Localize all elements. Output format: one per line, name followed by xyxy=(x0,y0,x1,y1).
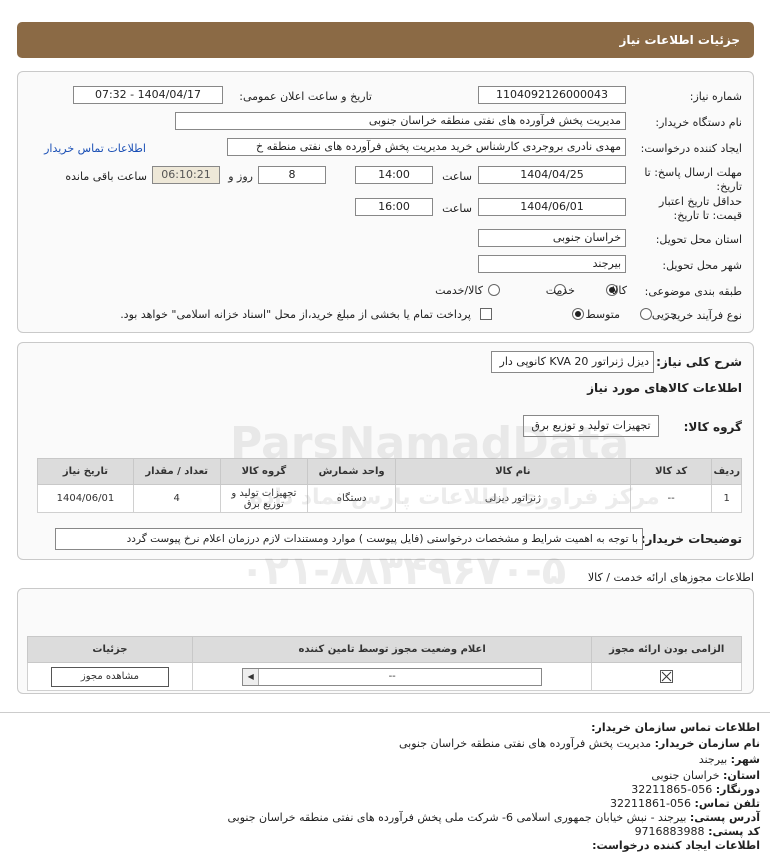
category-label: طبقه بندی موضوعی: xyxy=(644,285,742,298)
cell-name: ژنراتور دیزلی xyxy=(394,484,631,513)
need-number-field: 1104092126000043 xyxy=(478,86,626,104)
permit-status-select[interactable]: -- ◀ xyxy=(242,667,543,686)
validity-label-1: حداقل تاریخ اعتبار xyxy=(658,195,742,208)
deadline-label-1: مهلت ارسال پاسخ: تا xyxy=(644,166,742,179)
page-header: جزئیات اطلاعات نیاز xyxy=(17,22,754,58)
creator-field: مهدی نادری بروجردی کارشناس خرید مدیریت پ… xyxy=(227,138,626,156)
buyer-contact-link[interactable]: اطلاعات تماس خریدار xyxy=(44,142,146,155)
validity-label-2: قیمت: تا تاریخ: xyxy=(673,209,742,222)
permits-section-title: اطلاعات مجوزهای ارائه خدمت / کالا xyxy=(587,571,754,584)
goods-group-field: تجهیزات تولید و توزیع برق xyxy=(523,415,659,437)
category-option-goods-service: کالا/خدمت xyxy=(435,284,483,297)
contact-phone: تلفن تماس: 056-32211861 xyxy=(610,797,760,810)
contact-province: استان: خراسان جنوبی xyxy=(651,769,760,782)
process-radio-minor[interactable] xyxy=(640,308,652,320)
creator-label: ایجاد کننده درخواست: xyxy=(640,142,742,155)
summary-title-field: دیزل ژنراتور 20 KVA کانوپی دار xyxy=(491,351,654,373)
buyer-notes-field: با توجه به اهمیت شرایط و مشخصات درخواستی… xyxy=(55,528,643,550)
goods-table: ردیف کد کالا نام کالا واحد شمارش گروه کا… xyxy=(37,458,742,513)
permit-status-value: -- xyxy=(388,670,396,682)
deadline-date-field: 1404/04/25 xyxy=(478,166,626,184)
col-permit-required: الزامی بودن ارائه مجوز xyxy=(591,636,742,663)
col-qty: تعداد / مقدار xyxy=(132,458,221,485)
disabled-checkbox-icon xyxy=(660,670,674,683)
province-field: خراسان جنوبی xyxy=(478,229,626,247)
contact-city: شهر: بیرجند xyxy=(698,753,760,766)
remaining-label: ساعت باقی مانده xyxy=(65,170,147,183)
contact-title: اطلاعات تماس سازمان خریدار: xyxy=(591,721,760,734)
days-label: روز و xyxy=(228,170,253,183)
cell-group: تجهیزات تولید و توزیع برق xyxy=(219,484,309,513)
buyer-notes-label: توضیحات خریدار: xyxy=(640,532,742,546)
contact-address: آدرس پستی: بیرجند - نبش خیابان جمهوری اس… xyxy=(227,811,761,824)
page-title: جزئیات اطلاعات نیاز xyxy=(619,33,740,47)
col-date: تاریخ نیاز xyxy=(37,458,134,485)
contact-postal: کد پستی: 9716883988 xyxy=(634,825,760,838)
contact-info-section: اطلاعات تماس سازمان خریدار: نام سازمان خ… xyxy=(0,712,770,852)
category-option-goods: کالا xyxy=(612,284,627,297)
validity-time-field: 16:00 xyxy=(355,198,433,216)
deadline-time-field: 14:00 xyxy=(355,166,433,184)
remaining-time-field: 06:10:21 xyxy=(152,166,220,184)
process-option-minor: جزیی xyxy=(651,308,677,321)
city-label: شهر محل تحویل: xyxy=(662,259,742,272)
summary-title-label: شرح کلی نیاز: xyxy=(656,355,742,369)
treasury-payment-text: پرداخت تمام یا بخشی از مبلغ خرید،از محل … xyxy=(120,308,471,321)
col-row: ردیف xyxy=(711,458,742,485)
table-row: 1 -- ژنراتور دیزلی دستگاه تجهیزات تولید … xyxy=(37,484,742,513)
cell-permit-required xyxy=(591,662,742,691)
deadline-label-2: تاریخ: xyxy=(716,180,742,193)
category-radio-goods-service[interactable] xyxy=(488,284,500,296)
announce-field: 1404/04/17 - 07:32 xyxy=(73,86,223,104)
permits-table-header: الزامی بودن ارائه مجوز اعلام وضعیت مجوز … xyxy=(27,636,742,663)
cell-permit-status: -- ◀ xyxy=(191,662,593,691)
cell-code: -- xyxy=(629,484,713,513)
treasury-payment-checkbox[interactable] xyxy=(480,308,492,320)
permits-table: الزامی بودن ارائه مجوز اعلام وضعیت مجوز … xyxy=(27,636,742,691)
province-label: استان محل تحویل: xyxy=(655,233,742,246)
cell-qty: 4 xyxy=(132,484,221,513)
col-name: نام کالا xyxy=(394,458,631,485)
process-option-medium: متوسط xyxy=(585,308,620,321)
contact-requester: اطلاعات ایجاد کننده درخواست: xyxy=(592,839,760,852)
cell-date: 1404/06/01 xyxy=(37,484,134,513)
contact-fax: دورنگار: 056-32211865 xyxy=(631,783,760,796)
buyer-label: نام دستگاه خریدار: xyxy=(655,116,742,129)
category-option-service: خدمت xyxy=(545,284,575,297)
need-number-label: شماره نیاز: xyxy=(689,90,742,103)
goods-info-heading: اطلاعات کالاهای مورد نیاز xyxy=(587,381,742,395)
contact-org: نام سازمان خریدار: مدیریت پخش فرآورده ها… xyxy=(398,737,760,750)
cell-permit-details: مشاهده مجوز xyxy=(27,662,193,691)
days-field: 8 xyxy=(258,166,326,184)
goods-table-header: ردیف کد کالا نام کالا واحد شمارش گروه کا… xyxy=(37,458,742,485)
col-permit-details: جزئیات xyxy=(27,636,193,663)
announce-label: تاریخ و ساعت اعلان عمومی: xyxy=(239,90,372,103)
city-field: بیرجند xyxy=(478,255,626,273)
col-group: گروه کالا xyxy=(219,458,309,485)
col-unit: واحد شمارش xyxy=(307,458,396,485)
table-row: -- ◀ مشاهده مجوز xyxy=(27,662,742,691)
validity-date-field: 1404/06/01 xyxy=(478,198,626,216)
cell-row: 1 xyxy=(711,484,742,513)
process-radio-medium[interactable] xyxy=(572,308,584,320)
buyer-field: مدیریت پخش فرآورده های نفتی منطقه خراسان… xyxy=(175,112,626,130)
col-permit-status: اعلام وضعیت مجوز توسط تامین کننده xyxy=(191,636,593,663)
cell-unit: دستگاه xyxy=(307,484,396,513)
goods-group-label: گروه کالا: xyxy=(683,420,742,434)
deadline-time-label: ساعت xyxy=(442,170,472,183)
validity-time-label: ساعت xyxy=(442,202,472,215)
col-code: کد کالا xyxy=(629,458,713,485)
dropdown-arrow-icon: ◀ xyxy=(243,668,260,685)
view-permit-button[interactable]: مشاهده مجوز xyxy=(50,666,169,687)
